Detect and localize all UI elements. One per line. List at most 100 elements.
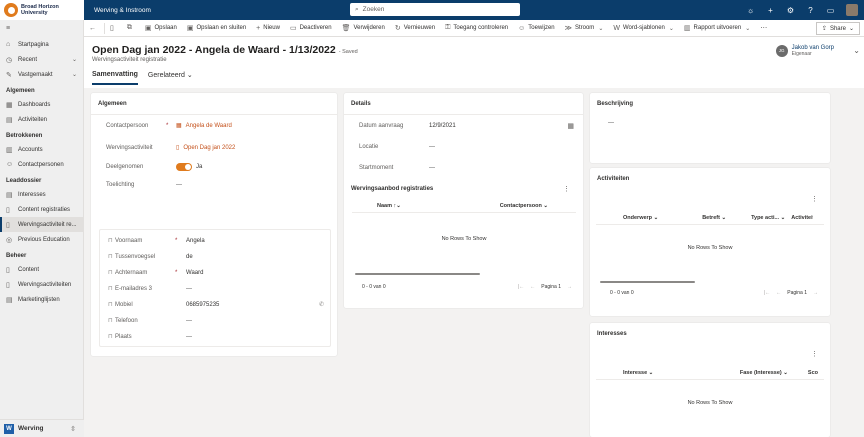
column-contactpersoon[interactable]: Contactpersoon ⌄ [500, 203, 548, 209]
contactpersoon-lookup[interactable]: ▦ Angela de Waard [176, 122, 232, 130]
university-logo[interactable]: Broad Horizon University [0, 0, 84, 20]
save-button[interactable]: ▣ Opslaan [140, 20, 182, 37]
run-report-button[interactable]: ▥ Rapport uitvoeren ⌄ [679, 20, 755, 37]
deactivate-button[interactable]: ▭ Deactiveren [285, 20, 337, 37]
column-naam[interactable]: Naam ↑⌄ [377, 203, 401, 209]
column-interesse[interactable]: Interesse ⌄ [623, 370, 653, 376]
quick-field: ⊓ Telefoon --- [108, 317, 192, 325]
delete-button[interactable]: 🗑 Verwijderen [337, 20, 390, 37]
first-page-icon[interactable]: |← [764, 290, 770, 296]
phone-icon[interactable]: ✆ [319, 301, 324, 308]
dashboard-icon: ▦ [6, 101, 13, 109]
hamburger-button[interactable]: ≡ [0, 20, 83, 37]
help-icon[interactable]: ? [806, 6, 815, 15]
command-bar: ← ▯ ⧉ ▣ Opslaan ▣ Opslaan en sluiten + Nieu… [84, 20, 864, 37]
toelichting-input[interactable]: --- [176, 182, 182, 188]
assign-button[interactable]: ☺ Toewijzen [513, 20, 560, 37]
area-switcher[interactable]: W Werving ⇳ [0, 419, 84, 437]
column-fase-interesse[interactable]: Fase (Interesse) ⌄ [740, 370, 788, 376]
section-details: Details Datum aanvraag 12/9/2021 ▦ Locat… [344, 93, 583, 308]
prev-page-icon[interactable]: ← [776, 290, 781, 296]
list-icon: ▤ [6, 191, 13, 199]
user-avatar[interactable] [846, 4, 858, 16]
popout-button[interactable]: ⧉ [122, 20, 140, 37]
lock-icon: ⊓ [108, 254, 113, 260]
owner-field[interactable]: JG Jakob van Gorp Eigenaar [775, 45, 834, 57]
tab-samenvatting[interactable]: Samenvatting [92, 71, 138, 85]
chevron-down-icon: ⌄ [668, 25, 674, 32]
global-search-input[interactable]: ⌕ Zoeken [350, 3, 520, 16]
sidebar: ≡ ⌂ Startpagina ◷ Recent ⌄ ✎ Vastgemaakt ⌄ Al… [0, 20, 84, 437]
sidebar-item-activiteiten[interactable]: ▤ Activiteiten [0, 112, 83, 127]
sidebar-item-wervingsactiviteiten[interactable]: ▯ Wervingsactiviteiten [0, 277, 83, 292]
column-type-activiteit[interactable]: Type acti... ⌄ [751, 215, 785, 221]
plus-icon[interactable]: + [766, 6, 775, 15]
sidebar-item-dashboards[interactable]: ▦ Dashboards [0, 97, 83, 112]
calendar-icon[interactable]: ▦ [567, 122, 574, 130]
lock-icon: ⊓ [108, 286, 113, 292]
column-score[interactable]: Sco [808, 370, 818, 376]
startmoment-input[interactable]: --- [429, 165, 435, 171]
sidebar-item-vastgemaakt[interactable]: ✎ Vastgemaakt ⌄ [0, 67, 83, 82]
locatie-input[interactable]: --- [429, 144, 435, 150]
tab-gerelateerd[interactable]: Gerelateerd ⌄ [148, 71, 193, 85]
sidebar-item-startpagina[interactable]: ⌂ Startpagina [0, 37, 83, 52]
sidebar-item-previous-education[interactable]: ◎ Previous Education [0, 232, 83, 247]
quick-field: ⊓ Plaats --- [108, 333, 192, 341]
pager: 0 - 0 van 0 |← ← Pagina 1 → [352, 284, 576, 290]
next-page-icon[interactable]: → [813, 290, 818, 296]
word-templates-button[interactable]: W Word-sjablonen ⌄ [608, 20, 679, 37]
sidebar-item-content[interactable]: ▯ Content [0, 262, 83, 277]
sidebar-item-marketinglijsten[interactable]: ▤ Marketinglijsten [0, 292, 83, 307]
sidebar-item-content-registraties[interactable]: ▯ Content registraties [0, 202, 83, 217]
column-onderwerp[interactable]: Onderwerp ⌄ [623, 215, 658, 221]
wervingsactiviteit-lookup[interactable]: ▯ Open Dag jan 2022 [176, 144, 235, 152]
sidebar-item-recent[interactable]: ◷ Recent ⌄ [0, 52, 83, 67]
app-name[interactable]: Werving & Instroom [94, 7, 151, 14]
horizontal-scrollbar[interactable] [600, 281, 695, 283]
beschrijving-input[interactable]: --- [608, 120, 614, 126]
doc-icon: ▯ [176, 145, 180, 151]
share-button[interactable]: ⇪ Share ⌄ [815, 22, 860, 35]
clock-icon: ◷ [6, 56, 13, 64]
back-button[interactable]: ← [84, 20, 104, 37]
field-locatie: Locatie --- [359, 144, 435, 150]
pager: 0 - 0 van 0 |← ← Pagina 1 → [596, 290, 824, 296]
form-view-button[interactable]: ▯ [105, 20, 122, 37]
more-vertical-icon[interactable]: ⋮ [811, 350, 818, 358]
chevron-down-icon: ⌄ [598, 25, 604, 32]
sidebar-item-contactpersonen[interactable]: ☺ Contactpersonen [0, 157, 83, 172]
next-page-icon[interactable]: → [567, 284, 572, 290]
section-title: Beschrijving [597, 101, 634, 107]
save-and-close-button[interactable]: ▣ Opslaan en sluiten [182, 20, 251, 37]
field-contactpersoon: Contactpersoon * ▦ Angela de Waard [106, 122, 232, 130]
sidebar-item-accounts[interactable]: ▥ Accounts [0, 142, 83, 157]
sidebar-item-interesses[interactable]: ▤ Interesses [0, 187, 83, 202]
gear-icon[interactable]: ⚙ [786, 6, 795, 15]
field-toelichting: Toelichting --- [106, 182, 182, 188]
check-access-button[interactable]: ⚿ Toegang controleren [440, 20, 513, 37]
column-betreft[interactable]: Betreft ⌄ [702, 215, 726, 221]
list-icon: ▤ [6, 296, 13, 304]
new-button[interactable]: + Nieuw [251, 20, 285, 37]
sidebar-group-title: Algemeen [6, 88, 35, 94]
first-page-icon[interactable]: |← [518, 284, 524, 290]
deelgenomen-toggle[interactable] [176, 163, 192, 171]
flow-button[interactable]: ≫ Stroom ⌄ [560, 20, 609, 37]
header-expand-chevron-icon[interactable]: ⌄ [853, 46, 860, 55]
more-vertical-icon[interactable]: ⋮ [563, 185, 570, 193]
owner-role: Eigenaar [791, 51, 812, 57]
more-commands-button[interactable]: ⋯ [755, 20, 775, 37]
section-title: Interesses [597, 331, 627, 337]
chat-icon[interactable]: ▭ [826, 6, 835, 15]
lightbulb-icon[interactable]: ☼ [746, 6, 755, 15]
sidebar-item-wervingsactiviteit-registraties[interactable]: ▯ Wervingsactiviteit re... [0, 217, 83, 232]
contact-icon: ▦ [176, 123, 182, 129]
more-vertical-icon[interactable]: ⋮ [811, 195, 818, 203]
datum-input[interactable]: 12/9/2021 [429, 123, 456, 129]
prev-page-icon[interactable]: ← [530, 284, 535, 290]
column-activiteitsstatus[interactable]: Activiteitsstatu [791, 215, 813, 221]
horizontal-scrollbar[interactable] [355, 273, 480, 275]
report-icon: ▥ [683, 25, 691, 32]
refresh-button[interactable]: ↻ Vernieuwen [390, 20, 440, 37]
